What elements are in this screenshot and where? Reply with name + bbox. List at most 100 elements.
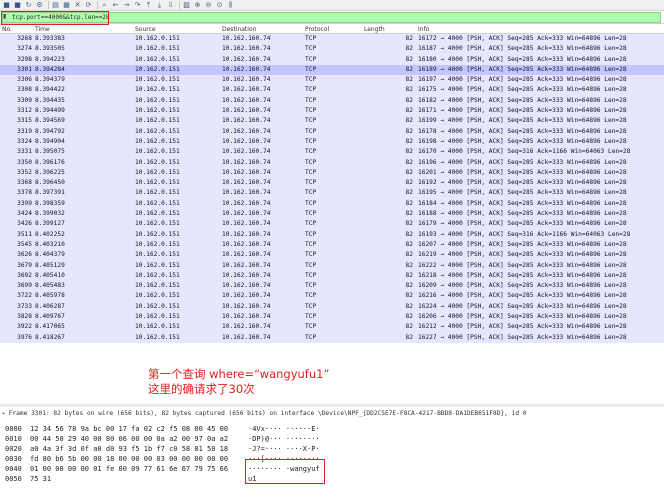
display-filter-input[interactable]: tcp.port==4000&&tcp.len==28 — [2, 12, 661, 23]
cell-info: 16201 → 4000 [PSH, ACK] Seq=285 Ack=333 … — [418, 168, 627, 176]
first-icon[interactable]: ⤒ — [144, 1, 153, 10]
cell-destination: 10.162.160.74 — [222, 76, 271, 84]
cell-protocol: TCP — [305, 148, 317, 156]
cell-no: 3976 — [17, 333, 32, 341]
packet-row[interactable]: 3301 8.394284 10.162.0.151 10.162.160.74 TCP… — [0, 64, 664, 76]
forward-icon[interactable]: → — [122, 1, 131, 10]
packet-row[interactable]: 3324 8.394904 10.162.0.151 10.162.160.74 TCP… — [0, 136, 664, 148]
cell-info: 16212 → 4000 [PSH, ACK] Seq=285 Ack=333 … — [418, 323, 627, 331]
find-icon[interactable]: ⌕ — [100, 1, 109, 10]
packet-row[interactable]: 3692 8.405410 10.162.0.151 10.162.160.74 TCP… — [0, 270, 664, 282]
filter-bookmark-icon[interactable]: ▮ — [3, 14, 8, 20]
close-icon[interactable]: ✕ — [73, 1, 82, 10]
packet-row[interactable]: 3315 8.394569 10.162.0.151 10.162.160.74 TCP… — [0, 116, 664, 127]
hex-ascii: ·DP)@··· ········ — [248, 435, 320, 443]
column-header-time[interactable]: Time — [35, 25, 50, 34]
cell-protocol: TCP — [305, 76, 317, 84]
column-header-source[interactable]: Source — [135, 25, 156, 34]
cell-time: 8.396450 — [35, 179, 65, 187]
column-header-info[interactable]: Info — [418, 25, 429, 34]
last-icon[interactable]: ⤓ — [155, 1, 164, 10]
column-header-no[interactable]: No. — [2, 25, 32, 34]
cell-destination: 10.162.160.74 — [222, 35, 271, 42]
cell-no: 3315 — [17, 117, 32, 125]
autoscroll-icon[interactable]: ⇩ — [166, 1, 175, 10]
stop-icon[interactable]: ■ — [13, 1, 22, 10]
restart-icon[interactable]: ↻ — [24, 1, 33, 10]
packet-row[interactable]: 3424 8.399032 10.162.0.151 10.162.160.74 TCP… — [0, 209, 664, 220]
cell-length: 82 — [405, 261, 413, 269]
packet-row[interactable]: 3699 8.405483 10.162.0.151 10.162.160.74 TCP… — [0, 281, 664, 292]
cell-length: 82 — [405, 189, 413, 197]
cell-protocol: TCP — [305, 199, 317, 207]
reload-icon[interactable]: ⟳ — [84, 1, 93, 10]
resize-columns-icon[interactable]: ⫼ — [226, 1, 235, 10]
packet-row[interactable]: 3306 8.394379 10.162.0.151 10.162.160.74 TCP… — [0, 75, 664, 86]
packet-row[interactable]: 3308 8.394422 10.162.0.151 10.162.160.74 TCP… — [0, 85, 664, 96]
cell-destination: 10.162.160.74 — [222, 137, 271, 145]
packet-row[interactable]: 3922 8.417065 10.162.0.151 10.162.160.74 TCP… — [0, 322, 664, 333]
cell-length: 82 — [405, 158, 413, 166]
column-header-destination[interactable]: Destination — [222, 25, 256, 34]
back-icon[interactable]: ← — [111, 1, 120, 10]
open-icon[interactable]: ▤ — [51, 1, 60, 10]
packet-row[interactable]: 3722 8.405978 10.162.0.151 10.162.160.74 TCP… — [0, 291, 664, 302]
column-header-length[interactable]: Length — [364, 25, 385, 34]
cell-source: 10.162.0.151 — [135, 65, 180, 73]
cell-protocol: TCP — [305, 55, 317, 63]
packet-row[interactable]: 3350 8.396176 10.162.0.151 10.162.160.74 TCP… — [0, 157, 664, 168]
packet-row[interactable]: 3368 8.396450 10.162.0.151 10.162.160.74 TCP… — [0, 178, 664, 189]
cell-info: 16175 → 4000 [PSH, ACK] Seq=285 Ack=333 … — [418, 86, 627, 94]
hex-ascii: ·4Vx···· ······E· — [248, 425, 320, 433]
cell-time: 8.405410 — [35, 271, 65, 279]
cell-source: 10.162.0.151 — [135, 210, 180, 218]
zoom-in-icon[interactable]: ⊕ — [193, 1, 202, 10]
hex-bytes: 75 31 — [30, 475, 52, 483]
packet-row[interactable]: 3274 8.393505 10.162.0.151 10.162.160.74 TCP… — [0, 44, 664, 55]
cell-protocol: TCP — [305, 251, 317, 259]
cell-no: 3733 — [17, 302, 32, 310]
cell-source: 10.162.0.151 — [135, 323, 180, 331]
cell-info: 16209 → 4000 [PSH, ACK] Seq=285 Ack=333 … — [418, 282, 627, 290]
cell-source: 10.162.0.151 — [135, 240, 180, 248]
packet-row[interactable]: 3679 8.405129 10.162.0.151 10.162.160.74 TCP… — [0, 260, 664, 271]
packet-row[interactable]: 3298 8.394223 10.162.0.151 10.162.160.74 TCP… — [0, 54, 664, 65]
options-icon[interactable]: ⚙ — [35, 1, 44, 10]
new-file-icon[interactable]: ■ — [2, 1, 11, 10]
hex-bytes: 01 00 00 00 00 01 fe 00 09 77 61 6e 67 7… — [30, 465, 229, 473]
packet-row[interactable]: 3312 8.394499 10.162.0.151 10.162.160.74 TCP… — [0, 106, 664, 117]
cell-no: 3828 — [17, 313, 32, 321]
packet-row[interactable]: 3626 8.404379 10.162.0.151 10.162.160.74 TCP… — [0, 250, 664, 261]
cell-destination: 10.162.160.74 — [222, 302, 271, 310]
packet-row[interactable]: 3828 8.409767 10.162.0.151 10.162.160.74 TCP… — [0, 312, 664, 323]
packet-row[interactable]: 3426 8.399127 10.162.0.151 10.162.160.74 TCP… — [0, 219, 664, 230]
cell-destination: 10.162.160.74 — [222, 179, 271, 187]
packet-row[interactable]: 3268 8.393383 10.162.0.151 10.162.160.74 TCP… — [0, 34, 664, 45]
cell-info: 16178 → 4000 [PSH, ACK] Seq=285 Ack=333 … — [418, 127, 627, 135]
packet-row[interactable]: 3733 8.406287 10.162.0.151 10.162.160.74 TCP… — [0, 301, 664, 313]
cell-no: 3274 — [17, 45, 32, 53]
frame-detail-line[interactable]: ▸ Frame 3301: 82 bytes on wire (656 bits)… — [2, 410, 662, 417]
packet-row[interactable]: 3976 8.418267 10.162.0.151 10.162.160.74 TCP… — [0, 332, 664, 343]
packet-row[interactable]: 3399 8.398359 10.162.0.151 10.162.160.74 TCP… — [0, 198, 664, 210]
colorize-icon[interactable]: ▨ — [182, 1, 191, 10]
packet-row[interactable]: 3331 8.395075 10.162.0.151 10.162.160.74 TCP… — [0, 147, 664, 158]
zoom-reset-icon[interactable]: ⊙ — [215, 1, 224, 10]
cell-no: 3545 — [17, 240, 32, 248]
save-icon[interactable]: ▦ — [62, 1, 71, 10]
zoom-out-icon[interactable]: ⊖ — [204, 1, 213, 10]
go-to-icon[interactable]: ↷ — [133, 1, 142, 10]
packet-row[interactable]: 3511 8.402252 10.162.0.151 10.162.160.74 TCP… — [0, 229, 664, 240]
packet-row[interactable]: 3309 8.394435 10.162.0.151 10.162.160.74 TCP… — [0, 95, 664, 107]
expand-arrow-icon[interactable]: ▸ — [2, 410, 6, 417]
column-header-protocol[interactable]: Protocol — [305, 25, 329, 34]
cell-time: 8.393383 — [35, 35, 65, 42]
packet-row[interactable]: 3352 8.396225 10.162.0.151 10.162.160.74 TCP… — [0, 167, 664, 179]
cell-length: 82 — [405, 148, 413, 156]
packet-row[interactable]: 3378 8.397391 10.162.0.151 10.162.160.74 TCP… — [0, 188, 664, 199]
packet-row[interactable]: 3319 8.394792 10.162.0.151 10.162.160.74 TCP… — [0, 126, 664, 137]
cell-no: 3268 — [17, 35, 32, 42]
packet-row[interactable]: 3545 8.403210 10.162.0.151 10.162.160.74 TCP… — [0, 239, 664, 251]
cell-info: 16207 → 4000 [PSH, ACK] Seq=285 Ack=333 … — [418, 240, 627, 248]
toolbar-separator — [179, 1, 180, 9]
